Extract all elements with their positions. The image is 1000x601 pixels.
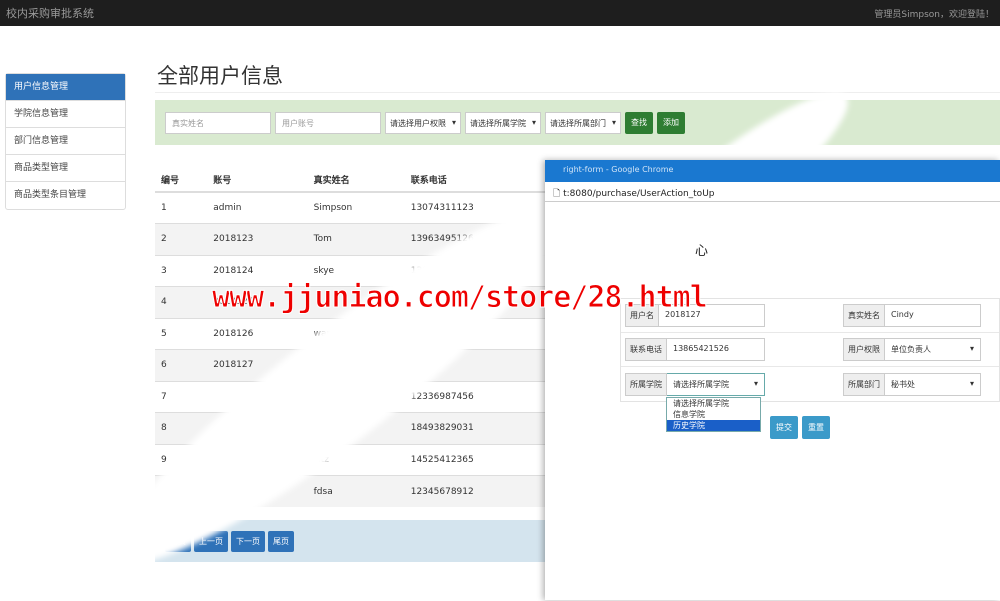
role-select[interactable]: 单位负责人 ▾ <box>885 338 981 361</box>
role-value: 单位负责人 <box>891 345 931 354</box>
url-text: t:8080/purchase/UserAction_toUp <box>563 189 715 199</box>
cell-account: admin <box>207 191 308 224</box>
top-navbar: 校内采购审批系统 管理员Simpson，欢迎登陆！ <box>0 0 1000 26</box>
cell-account: 2018123 <box>207 223 308 255</box>
role-select[interactable]: 请选择用户权限 ▾ <box>385 111 462 134</box>
dept-value: 秘书处 <box>891 379 915 389</box>
cell-id: 2 <box>155 223 208 255</box>
next-page-button[interactable]: 下一页 <box>231 530 265 552</box>
college-select-value: 请选择所属学院 <box>470 118 527 128</box>
department-select[interactable]: 请选择所属部门 ▾ <box>545 111 622 134</box>
college-select[interactable]: 请选择所属学院 ▾ <box>465 111 542 134</box>
cell-phone: 18493829031 <box>404 412 555 444</box>
cell-account: 2018126 <box>207 317 308 350</box>
department-select-value: 请选择所属部门 <box>550 118 607 128</box>
find-button[interactable]: 查找 <box>625 111 654 134</box>
phone-input[interactable]: 13865421526 <box>667 338 765 361</box>
sidebar-item-users[interactable]: 用户信息管理 <box>6 74 125 101</box>
col-realname: 真实姓名 <box>307 168 405 193</box>
add-button[interactable]: 添加 <box>657 111 686 134</box>
page-title: 全部用户信息 <box>157 64 283 88</box>
table-row: 1 admin Simpson 13074311123 <box>155 191 555 224</box>
realname-search-input[interactable]: 真实姓名 <box>165 111 271 134</box>
cell-id: 1 <box>155 191 208 224</box>
sidebar-item-product-type-entries[interactable]: 商品类型条目管理 <box>6 182 125 209</box>
window-titlebar: right-form - Google Chrome <box>545 160 1000 182</box>
dept-select[interactable]: 秘书处 ▾ <box>885 372 981 396</box>
col-id: 编号 <box>155 168 208 193</box>
table-header: 编号 账号 真实姓名 联系电话 <box>155 168 555 193</box>
caret-down-icon: ▾ <box>612 117 617 127</box>
college-select[interactable]: 请选择所属学院 ▾ <box>667 372 765 396</box>
edit-user-window: right-form - Google Chrome 🗋 t:8080/purc… <box>545 160 1000 600</box>
cell-id: 4 <box>155 286 208 318</box>
user-greeting: 管理员Simpson，欢迎登陆！ <box>874 9 994 20</box>
caret-down-icon: ▾ <box>452 117 457 127</box>
last-page-button[interactable]: 尾页 <box>268 530 294 552</box>
col-phone: 联系电话 <box>404 168 555 193</box>
realname-input[interactable]: Cindy <box>885 304 981 327</box>
submit-button[interactable]: 提交 <box>770 416 798 439</box>
cell-phone: 12336987456 <box>404 380 555 413</box>
role-select-value: 请选择用户权限 <box>390 118 446 128</box>
sidebar-item-departments[interactable]: 部门信息管理 <box>6 128 125 155</box>
role-label: 用户权限 <box>843 338 885 361</box>
address-bar[interactable]: 🗋 t:8080/purchase/UserAction_toUp <box>545 182 1000 202</box>
dropdown-option[interactable]: 信息学院 <box>667 409 760 420</box>
college-label: 所属学院 <box>625 372 667 396</box>
dropdown-option[interactable]: 请选择所属学院 <box>667 398 760 409</box>
college-value: 请选择所属学院 <box>673 379 729 389</box>
cell-id: 6 <box>155 349 208 381</box>
search-bar: 真实姓名 用户账号 请选择用户权限 ▾ 请选择所属学院 ▾ 请选择所属部门 ▾ 查找 … <box>155 100 1000 145</box>
form-heading: 心 <box>695 244 709 259</box>
account-search-input[interactable]: 用户账号 <box>275 111 381 134</box>
sidebar: 用户信息管理 学院信息管理 部门信息管理 商品类型管理 商品类型条目管理 <box>5 73 126 210</box>
caret-down-icon: ▾ <box>969 378 974 388</box>
realname-label: 真实姓名 <box>843 304 885 327</box>
divider <box>155 92 1000 93</box>
sidebar-item-colleges[interactable]: 学院信息管理 <box>6 101 125 128</box>
college-dropdown-list: 请选择所属学院 信息学院 历史学院 <box>666 397 761 432</box>
cell-realname: fdsa <box>307 475 405 507</box>
col-account: 账号 <box>207 168 308 193</box>
caret-down-icon: ▾ <box>753 378 758 388</box>
phone-label: 联系电话 <box>625 338 667 361</box>
cell-id: 5 <box>155 317 208 350</box>
cell-realname: Tom <box>307 223 405 255</box>
dept-label: 所属部门 <box>843 372 885 396</box>
dropdown-option-highlighted[interactable]: 历史学院 <box>667 420 760 431</box>
cell-realname: Simpson <box>307 191 405 224</box>
cell-phone: 12345678912 <box>404 475 555 507</box>
app-title: 校内采购审批系统 <box>6 7 94 20</box>
sidebar-item-product-types[interactable]: 商品类型管理 <box>6 155 125 182</box>
cell-phone: 14525412365 <box>404 443 555 476</box>
cell-id: 7 <box>155 380 208 413</box>
caret-down-icon: ▾ <box>532 117 537 127</box>
reset-button[interactable]: 重置 <box>802 416 830 439</box>
watermark-text: www.jjuniao.com/store/28.html <box>212 280 709 316</box>
cell-id: 3 <box>155 254 208 287</box>
caret-down-icon: ▾ <box>969 344 974 353</box>
